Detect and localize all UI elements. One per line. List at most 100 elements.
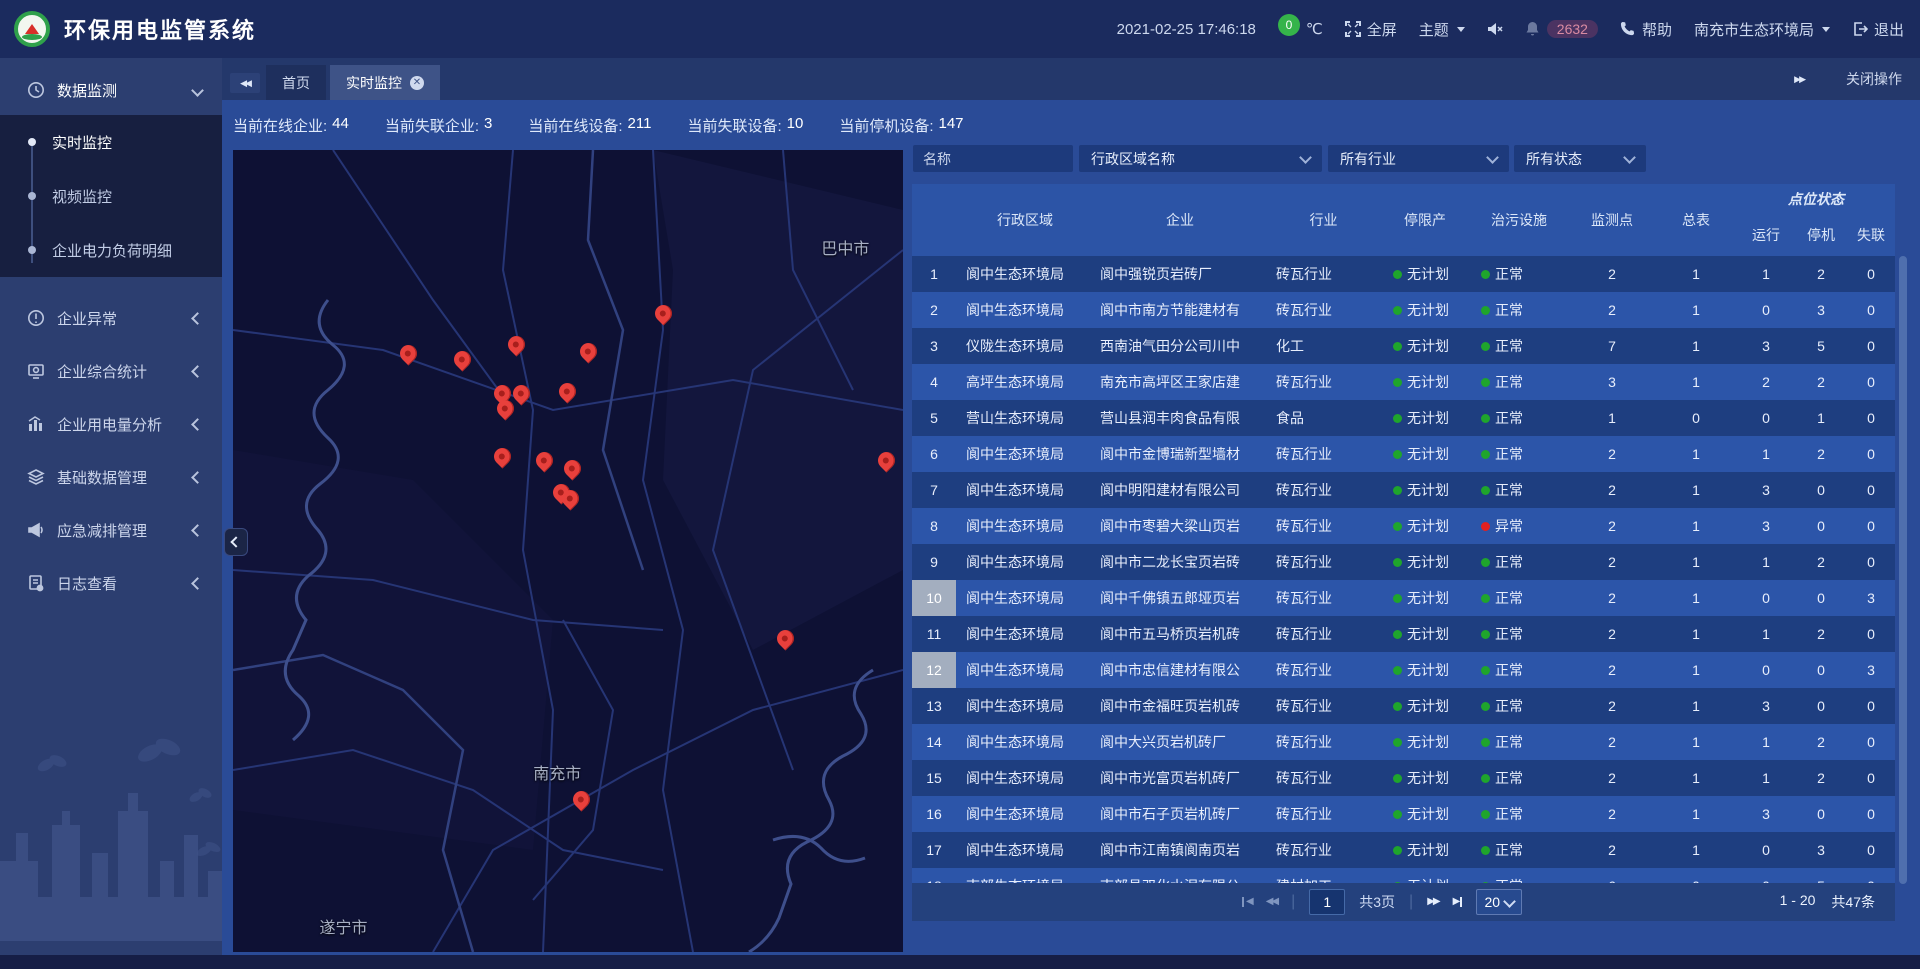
fullscreen-button[interactable]: 全屏	[1345, 19, 1397, 40]
cell-industry: 砖瓦行业	[1266, 580, 1381, 616]
cell-index: 4	[912, 364, 956, 400]
cell-company: 西南油气田分公司川中	[1094, 328, 1266, 364]
map-collapse-button[interactable]	[224, 528, 248, 556]
notifications[interactable]: 2632	[1525, 20, 1598, 38]
sidebar-item-label: 数据监测	[57, 80, 117, 101]
cell-index: 5	[912, 400, 956, 436]
map-marker-icon[interactable]	[564, 460, 581, 477]
map-marker-icon[interactable]	[508, 336, 525, 353]
sidebar-item-4[interactable]: 基础数据管理	[0, 452, 222, 502]
table-row[interactable]: 1阆中生态环境局阆中强锐页岩砖厂砖瓦行业无计划正常21120	[912, 256, 1895, 292]
map-marker-icon[interactable]	[573, 791, 590, 808]
table-row[interactable]: 16阆中生态环境局阆中市石子页岩机砖厂砖瓦行业无计划正常21300	[912, 796, 1895, 832]
status-dot-icon	[1481, 558, 1490, 567]
region-filter-select[interactable]: 行政区域名称	[1079, 145, 1322, 172]
org-dropdown[interactable]: 南充市生态环境局	[1694, 19, 1830, 40]
map-panel[interactable]: 巴中市南充市遂宁市	[233, 150, 903, 952]
stat-label: 当前失联企业:	[385, 115, 479, 136]
plan-status-label: 无计划	[1407, 624, 1449, 644]
last-page-button[interactable]: ▶	[1453, 897, 1463, 907]
status-dot-icon	[1481, 270, 1490, 279]
header-cell-1: 企业	[1094, 184, 1266, 256]
logout-button[interactable]: 退出	[1852, 19, 1904, 40]
total-pages-label: 共3页	[1359, 892, 1395, 912]
map-marker-icon[interactable]	[562, 490, 579, 507]
name-filter-input[interactable]	[913, 151, 1073, 167]
table-row[interactable]: 9阆中生态环境局阆中市二龙长宝页岩砖砖瓦行业无计划正常21120	[912, 544, 1895, 580]
map-marker-icon[interactable]	[536, 452, 553, 469]
mute-button[interactable]	[1487, 21, 1503, 37]
table-row[interactable]: 5营山生态环境局营山县润丰肉食品有限食品无计划正常10010	[912, 400, 1895, 436]
map-marker-icon[interactable]	[513, 385, 530, 402]
submenu-item-0[interactable]: 实时监控	[0, 115, 222, 169]
cell-lost: 3	[1847, 652, 1895, 688]
cell-region: 阆中生态环境局	[956, 796, 1094, 832]
table-row[interactable]: 15阆中生态环境局阆中市光富页岩机砖厂砖瓦行业无计划正常21120	[912, 760, 1895, 796]
table-row[interactable]: 6阆中生态环境局阆中市金博瑞新型墙材砖瓦行业无计划正常21120	[912, 436, 1895, 472]
stat-label: 当前失联设备:	[687, 115, 781, 136]
sidebar-item-0[interactable]: 数据监测	[0, 65, 222, 115]
theme-dropdown[interactable]: 主题	[1419, 19, 1465, 40]
map-marker-icon[interactable]	[454, 351, 471, 368]
map-marker-icon[interactable]	[400, 345, 417, 362]
table-row[interactable]: 10阆中生态环境局阆中千佛镇五郎垭页岩砖瓦行业无计划正常21003	[912, 580, 1895, 616]
stat-item-1: 当前失联企业:3	[385, 115, 493, 136]
previous-page-button[interactable]: ◀◀	[1266, 897, 1277, 907]
tab-0[interactable]: 首页	[266, 65, 326, 100]
table-row[interactable]: 4高坪生态环境局南充市高坪区王家店建砖瓦行业无计划正常31220	[912, 364, 1895, 400]
sidebar-item-6[interactable]: 日志查看	[0, 558, 222, 608]
sidebar-item-5[interactable]: 应急减排管理	[0, 505, 222, 555]
sidebar-item-label: 基础数据管理	[57, 467, 147, 488]
tab-1[interactable]: 实时监控✕	[330, 65, 440, 100]
table-row[interactable]: 18南部生态环境局南部县双化水泥有限公建材加工无计划正常60050	[912, 868, 1895, 884]
map-marker-icon[interactable]	[777, 630, 794, 647]
sidebar-item-1[interactable]: 企业异常	[0, 293, 222, 343]
close-operations-button[interactable]: 关闭操作	[1846, 69, 1902, 89]
map-marker-icon[interactable]	[559, 383, 576, 400]
cell-running: 1	[1737, 256, 1795, 292]
cell-company: 阆中大兴页岩机砖厂	[1094, 724, 1266, 760]
industry-filter-select[interactable]: 所有行业	[1328, 145, 1509, 172]
table-row[interactable]: 2阆中生态环境局阆中市南方节能建材有砖瓦行业无计划正常21030	[912, 292, 1895, 328]
status-dot-icon	[1481, 342, 1490, 351]
map-marker-icon[interactable]	[580, 343, 597, 360]
table-row[interactable]: 11阆中生态环境局阆中市五马桥页岩机砖砖瓦行业无计划正常21120	[912, 616, 1895, 652]
submenu-item-1[interactable]: 视频监控	[0, 169, 222, 223]
tabs-scroll-left-button[interactable]: ◀◀	[230, 73, 260, 93]
cell-stopped: 1	[1795, 400, 1847, 436]
table-row[interactable]: 17阆中生态环境局阆中市江南镇阆南页岩砖瓦行业无计划正常21030	[912, 832, 1895, 868]
cell-region: 阆中生态环境局	[956, 616, 1094, 652]
brand: 环保用电监管系统	[0, 11, 256, 47]
plan-status-label: 无计划	[1407, 660, 1449, 680]
map-marker-icon[interactable]	[655, 305, 672, 322]
sidebar-item-2[interactable]: 企业综合统计	[0, 346, 222, 396]
table-row[interactable]: 14阆中生态环境局阆中大兴页岩机砖厂砖瓦行业无计划正常21120	[912, 724, 1895, 760]
page-size-select[interactable]: 20	[1476, 889, 1522, 915]
tab-close-icon[interactable]: ✕	[410, 76, 424, 90]
cell-facility-status: 正常	[1469, 328, 1569, 364]
table-row[interactable]: 13阆中生态环境局阆中市金福旺页岩机砖砖瓦行业无计划正常21300	[912, 688, 1895, 724]
map-marker-icon[interactable]	[497, 400, 514, 417]
sidebar-item-3[interactable]: 企业用电量分析	[0, 399, 222, 449]
next-page-button[interactable]: ▶▶	[1427, 897, 1438, 907]
submenu-item-2[interactable]: 企业电力负荷明细	[0, 223, 222, 277]
cell-region: 阆中生态环境局	[956, 760, 1094, 796]
cell-index: 10	[912, 580, 956, 616]
page-number-input[interactable]: 1	[1309, 889, 1345, 915]
first-page-button[interactable]: ◀	[1242, 897, 1252, 907]
cell-region: 阆中生态环境局	[956, 724, 1094, 760]
header-group-point-status: 点位状态	[1737, 184, 1895, 214]
map-marker-icon[interactable]	[878, 452, 895, 469]
tabs-scroll-right-button[interactable]: ▶▶	[1794, 74, 1804, 85]
status-filter-select[interactable]: 所有状态	[1514, 145, 1646, 172]
status-dot-icon	[1393, 810, 1402, 819]
stat-item-3: 当前失联设备:10	[687, 115, 803, 136]
map-marker-icon[interactable]	[494, 448, 511, 465]
table-row[interactable]: 8阆中生态环境局阆中市枣碧大梁山页岩砖瓦行业无计划异常21300	[912, 508, 1895, 544]
table-scrollbar[interactable]	[1899, 256, 1907, 884]
table-row[interactable]: 12阆中生态环境局阆中市忠信建材有限公砖瓦行业无计划正常21003	[912, 652, 1895, 688]
help-button[interactable]: 帮助	[1620, 19, 1672, 40]
cell-facility-status: 正常	[1469, 868, 1569, 884]
table-row[interactable]: 3仪陇生态环境局西南油气田分公司川中化工无计划正常71350	[912, 328, 1895, 364]
table-row[interactable]: 7阆中生态环境局阆中明阳建材有限公司砖瓦行业无计划正常21300	[912, 472, 1895, 508]
